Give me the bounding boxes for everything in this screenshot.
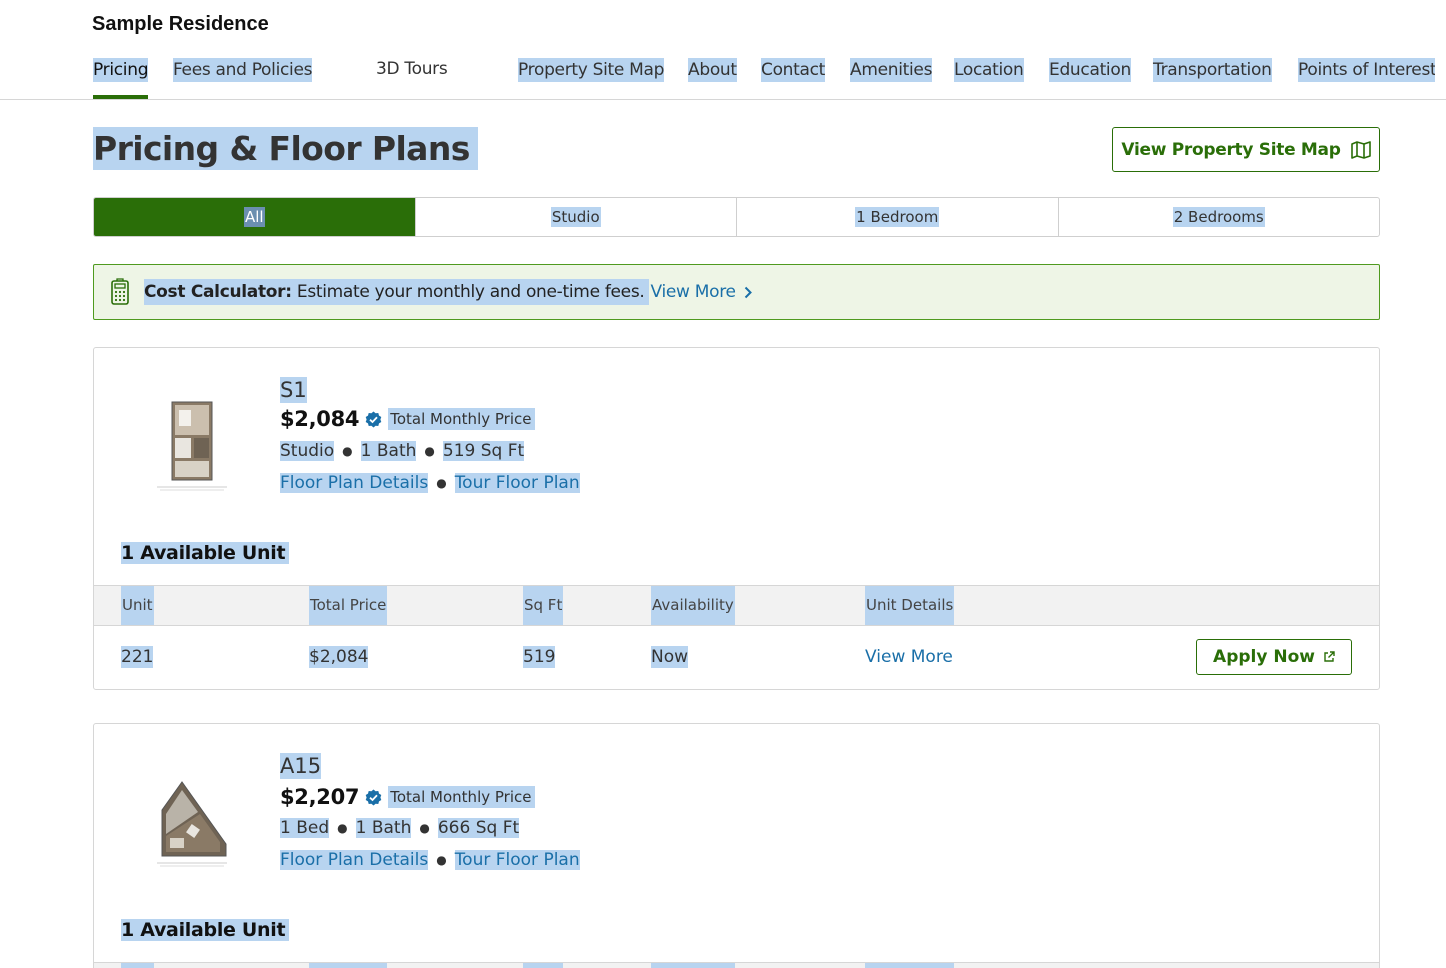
spec-type: Studio (280, 441, 335, 461)
unit-sqft: 519 (523, 646, 556, 668)
column-header-unit: Unit (121, 963, 154, 968)
spec-sqft: 519 Sq Ft (442, 441, 525, 461)
floor-plan-details-link[interactable]: Floor Plan Details (280, 473, 429, 493)
verified-check-icon (365, 411, 382, 427)
bedroom-filter-tabs: All Studio 1 Bedroom 2 Bedrooms (93, 197, 1380, 237)
column-header-availability: Availability (651, 586, 735, 625)
page-title: Pricing & Floor Plans (93, 127, 478, 170)
apply-now-label: Apply Now (1213, 647, 1315, 667)
cost-calculator-banner: Cost Calculator: Estimate your monthly a… (93, 264, 1380, 320)
spec-bed: 1 Bed (280, 818, 330, 838)
column-header-sq-ft: Sq Ft (523, 586, 564, 625)
calculator-icon (111, 278, 129, 305)
floor-plan-links: Floor Plan Details ● Tour Floor Plan (280, 473, 580, 493)
chevron-right-icon (744, 286, 752, 298)
tab-studio[interactable]: Studio (416, 198, 737, 236)
nav-item-education[interactable]: Education (1049, 58, 1131, 82)
column-header-total-price: Total Price (309, 963, 388, 968)
units-table-header: Unit Total Price Sq Ft Availability Unit… (94, 585, 1379, 626)
nav-item-points-of-interest[interactable]: Points of Interest (1298, 58, 1435, 82)
price-row: $2,084 Total Monthly Price (280, 407, 536, 431)
floor-plan-image[interactable] (152, 398, 232, 494)
tour-floor-plan-link[interactable]: Tour Floor Plan (454, 850, 580, 870)
available-units-heading: 1 Available Unit (121, 919, 290, 941)
total-monthly-price-label: Total Monthly Price (388, 786, 536, 808)
floor-plan-price: $2,207 (280, 785, 360, 809)
unit-number: 221 (121, 646, 154, 668)
column-header-total-price: Total Price (309, 586, 388, 625)
floor-plan-card: S1 $2,084 Total Monthly Price Studio ● 1… (93, 347, 1380, 690)
bullet-separator: ● (419, 821, 430, 835)
floor-plan-name: S1 (280, 377, 307, 403)
external-link-icon (1324, 651, 1335, 662)
top-nav: Sample Residence Pricing Fees and Polici… (0, 0, 1446, 100)
bullet-separator: ● (436, 853, 447, 867)
column-header-unit-details: Unit Details (865, 586, 955, 625)
unit-view-more-link[interactable]: View More (865, 646, 953, 668)
spec-bath: 1 Bath (360, 441, 417, 461)
table-row: 221 $2,084 519 Now View More Apply Now (94, 626, 1379, 688)
bullet-separator: ● (424, 444, 435, 458)
floor-plan-specs: Studio ● 1 Bath ● 519 Sq Ft (280, 441, 525, 461)
cost-calculator-description: Estimate your monthly and one-time fees. (296, 282, 645, 302)
column-header-unit: Unit (121, 586, 154, 625)
active-tab-indicator (93, 95, 148, 99)
nav-item-property-site-map[interactable]: Property Site Map (518, 58, 664, 82)
floor-plan-specs: 1 Bed ● 1 Bath ● 666 Sq Ft (280, 818, 520, 838)
site-title: Sample Residence (92, 13, 269, 35)
nav-item-3d-tours[interactable]: 3D Tours (376, 57, 448, 81)
view-site-map-label: View Property Site Map (1121, 139, 1341, 160)
nav-item-about[interactable]: About (688, 58, 737, 82)
nav-item-transportation[interactable]: Transportation (1153, 58, 1272, 82)
cost-calculator-view-more-link[interactable]: View More (651, 282, 752, 302)
price-row: $2,207 Total Monthly Price (280, 785, 536, 809)
floor-plan-price: $2,084 (280, 407, 360, 431)
column-header-sq-ft: Sq Ft (523, 963, 564, 968)
cost-calculator-text: Cost Calculator: Estimate your monthly a… (144, 279, 649, 305)
bullet-separator: ● (342, 444, 353, 458)
tour-floor-plan-link[interactable]: Tour Floor Plan (454, 473, 580, 493)
nav-item-amenities[interactable]: Amenities (850, 58, 932, 82)
spec-bath: 1 Bath (355, 818, 412, 838)
nav-item-contact[interactable]: Contact (761, 58, 825, 82)
floor-plan-links: Floor Plan Details ● Tour Floor Plan (280, 850, 580, 870)
column-header-unit-details: Unit Details (865, 963, 955, 968)
verified-check-icon (365, 789, 382, 805)
floor-plan-name: A15 (280, 753, 322, 779)
cost-calculator-label: Cost Calculator: (144, 282, 292, 302)
nav-item-pricing[interactable]: Pricing (93, 58, 149, 82)
tab-2-bedrooms[interactable]: 2 Bedrooms (1059, 198, 1380, 236)
spec-sqft: 666 Sq Ft (437, 818, 520, 838)
floor-plan-details-link[interactable]: Floor Plan Details (280, 850, 429, 870)
nav-item-fees-and-policies[interactable]: Fees and Policies (173, 58, 313, 82)
tab-all[interactable]: All (94, 198, 416, 236)
total-monthly-price-label: Total Monthly Price (388, 408, 536, 430)
floor-plan-image[interactable] (152, 774, 232, 870)
floor-plan-card: A15 $2,207 Total Monthly Price 1 Bed ● 1… (93, 723, 1380, 968)
bullet-separator: ● (436, 476, 447, 490)
units-table-header: Unit Total Price Sq Ft Availability Unit… (94, 962, 1379, 968)
map-icon (1350, 140, 1371, 159)
view-more-label: View More (650, 282, 737, 302)
view-site-map-button[interactable]: View Property Site Map (1112, 127, 1380, 172)
column-header-availability: Availability (651, 963, 735, 968)
unit-availability: Now (651, 646, 689, 668)
available-units-heading: 1 Available Unit (121, 542, 290, 564)
tab-1-bedroom[interactable]: 1 Bedroom (737, 198, 1059, 236)
apply-now-button[interactable]: Apply Now (1196, 639, 1352, 675)
bullet-separator: ● (337, 821, 348, 835)
nav-item-location[interactable]: Location (954, 58, 1024, 82)
unit-price: $2,084 (309, 646, 369, 668)
